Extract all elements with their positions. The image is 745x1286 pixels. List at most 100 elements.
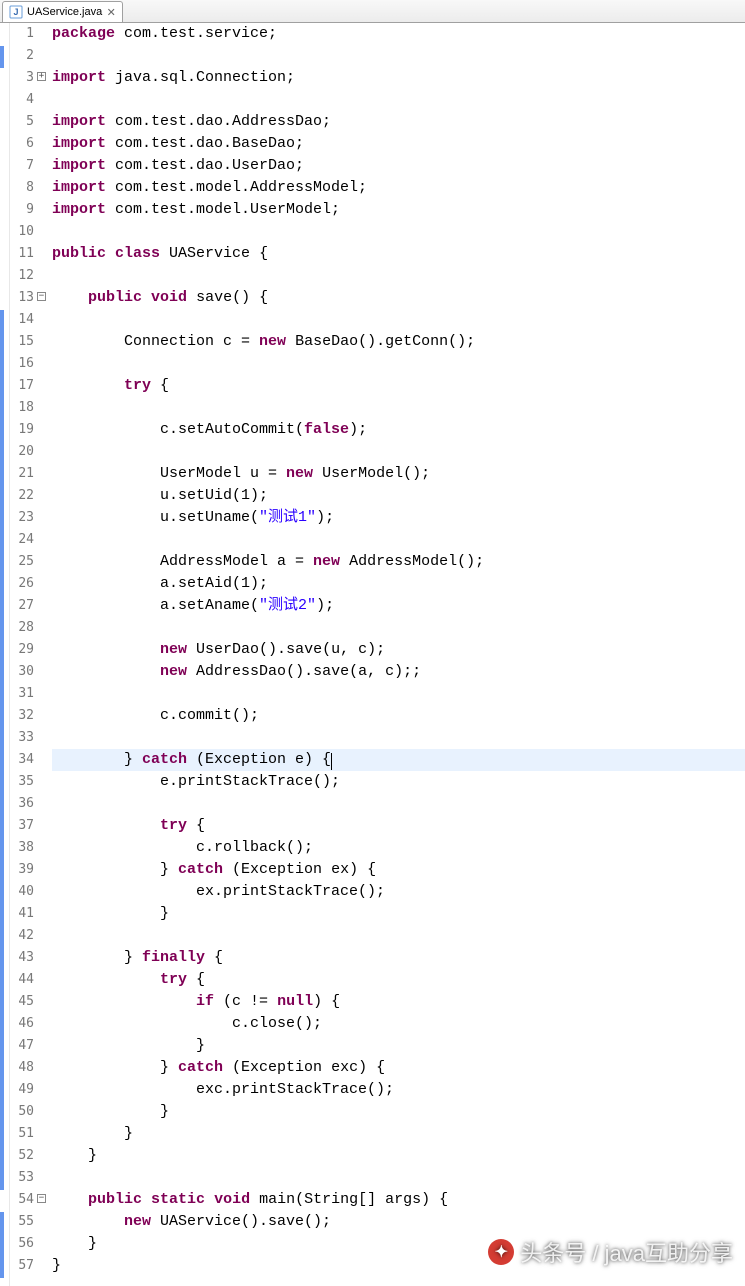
line-number: 27	[10, 595, 34, 617]
line-number: 20	[10, 441, 34, 463]
line-number-gutter: 123+45678910111213−141516171819202122232…	[10, 23, 38, 1286]
close-icon[interactable]: ✕	[106, 7, 116, 17]
code-line[interactable]: } catch (Exception e) {	[52, 749, 745, 771]
code-line[interactable]	[52, 397, 745, 419]
code-line[interactable]: import java.sql.Connection;	[52, 67, 745, 89]
line-number: 18	[10, 397, 34, 419]
code-line[interactable]: ex.printStackTrace();	[52, 881, 745, 903]
code-line[interactable]: u.setUname("测试1");	[52, 507, 745, 529]
code-line[interactable]	[52, 441, 745, 463]
code-line[interactable]	[52, 617, 745, 639]
code-line[interactable]: try {	[52, 375, 745, 397]
line-number: 13−	[10, 287, 34, 309]
code-line[interactable]: }	[52, 1145, 745, 1167]
line-number: 43	[10, 947, 34, 969]
change-marker	[0, 46, 4, 68]
code-line[interactable]	[52, 925, 745, 947]
code-line[interactable]: a.setAid(1);	[52, 573, 745, 595]
code-line[interactable]: u.setUid(1);	[52, 485, 745, 507]
editor-tab[interactable]: J UAService.java ✕	[2, 1, 123, 22]
svg-text:J: J	[13, 7, 18, 17]
code-line[interactable]: } finally {	[52, 947, 745, 969]
code-area[interactable]: package com.test.service; import java.sql…	[38, 23, 745, 1286]
line-number: 56	[10, 1233, 34, 1255]
code-line[interactable]	[52, 727, 745, 749]
code-editor[interactable]: 123+45678910111213−141516171819202122232…	[0, 23, 745, 1286]
line-number: 16	[10, 353, 34, 375]
code-line[interactable]: import com.test.model.AddressModel;	[52, 177, 745, 199]
code-line[interactable]: c.close();	[52, 1013, 745, 1035]
code-line[interactable]	[52, 309, 745, 331]
line-number: 47	[10, 1035, 34, 1057]
code-line[interactable]	[52, 1167, 745, 1189]
code-line[interactable]: e.printStackTrace();	[52, 771, 745, 793]
code-line[interactable]	[52, 221, 745, 243]
line-number: 42	[10, 925, 34, 947]
code-line[interactable]: import com.test.dao.UserDao;	[52, 155, 745, 177]
code-line[interactable]	[52, 793, 745, 815]
code-line[interactable]	[52, 45, 745, 67]
code-line[interactable]: try {	[52, 969, 745, 991]
code-line[interactable]: }	[52, 903, 745, 925]
line-number: 11	[10, 243, 34, 265]
code-line[interactable]: UserModel u = new UserModel();	[52, 463, 745, 485]
code-line[interactable]: public class UAService {	[52, 243, 745, 265]
line-number: 14	[10, 309, 34, 331]
code-line[interactable]: import com.test.dao.AddressDao;	[52, 111, 745, 133]
line-number: 1	[10, 23, 34, 45]
code-line[interactable]: c.setAutoCommit(false);	[52, 419, 745, 441]
line-number: 29	[10, 639, 34, 661]
code-line[interactable]: } catch (Exception ex) {	[52, 859, 745, 881]
code-line[interactable]: new UserDao().save(u, c);	[52, 639, 745, 661]
line-number: 31	[10, 683, 34, 705]
code-line[interactable]: import com.test.dao.BaseDao;	[52, 133, 745, 155]
line-number: 26	[10, 573, 34, 595]
line-number: 24	[10, 529, 34, 551]
line-number: 44	[10, 969, 34, 991]
code-line[interactable]: exc.printStackTrace();	[52, 1079, 745, 1101]
line-number: 36	[10, 793, 34, 815]
line-number: 7	[10, 155, 34, 177]
code-line[interactable]	[52, 89, 745, 111]
code-line[interactable]: Connection c = new BaseDao().getConn();	[52, 331, 745, 353]
code-line[interactable]: try {	[52, 815, 745, 837]
code-line[interactable]	[52, 265, 745, 287]
code-line[interactable]: if (c != null) {	[52, 991, 745, 1013]
code-line[interactable]: c.rollback();	[52, 837, 745, 859]
code-line[interactable]: new AddressDao().save(a, c);;	[52, 661, 745, 683]
line-number: 39	[10, 859, 34, 881]
marker-bar	[0, 23, 10, 1286]
java-file-icon: J	[9, 5, 23, 19]
line-number: 28	[10, 617, 34, 639]
line-number: 41	[10, 903, 34, 925]
line-number: 51	[10, 1123, 34, 1145]
line-number: 50	[10, 1101, 34, 1123]
toutiao-logo-icon: ✦	[488, 1239, 514, 1265]
code-line[interactable]: public void save() {	[52, 287, 745, 309]
code-line[interactable]: }	[52, 1035, 745, 1057]
line-number: 33	[10, 727, 34, 749]
code-line[interactable]	[52, 529, 745, 551]
line-number: 34	[10, 749, 34, 771]
code-line[interactable]: }	[52, 1101, 745, 1123]
line-number: 38	[10, 837, 34, 859]
line-number: 22	[10, 485, 34, 507]
code-line[interactable]	[52, 683, 745, 705]
code-line[interactable]: } catch (Exception exc) {	[52, 1057, 745, 1079]
line-number: 53	[10, 1167, 34, 1189]
code-line[interactable]	[52, 353, 745, 375]
line-number: 17	[10, 375, 34, 397]
line-number: 4	[10, 89, 34, 111]
code-line[interactable]: import com.test.model.UserModel;	[52, 199, 745, 221]
line-number: 54−	[10, 1189, 34, 1211]
code-line[interactable]: new UAService().save();	[52, 1211, 745, 1233]
code-line[interactable]: c.commit();	[52, 705, 745, 727]
code-line[interactable]: a.setAname("测试2");	[52, 595, 745, 617]
code-line[interactable]: public static void main(String[] args) {	[52, 1189, 745, 1211]
code-line[interactable]: package com.test.service;	[52, 23, 745, 45]
code-line[interactable]: AddressModel a = new AddressModel();	[52, 551, 745, 573]
line-number: 46	[10, 1013, 34, 1035]
code-line[interactable]: }	[52, 1123, 745, 1145]
line-number: 8	[10, 177, 34, 199]
change-marker	[0, 310, 4, 1190]
